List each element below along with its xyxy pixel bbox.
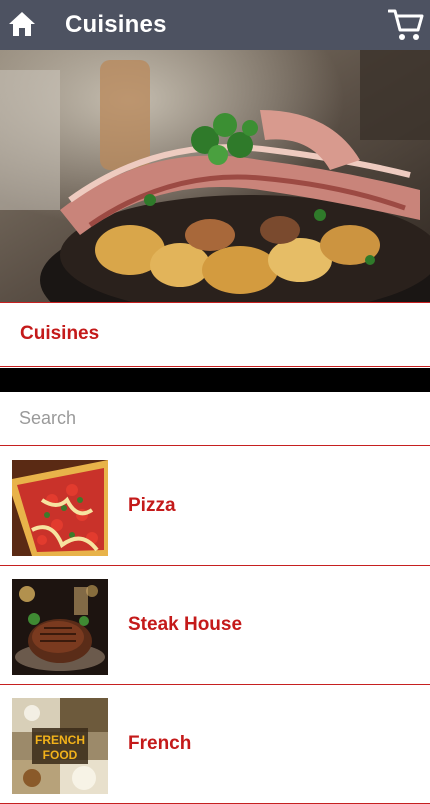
svg-text:FOOD: FOOD [43, 748, 78, 762]
list-item-french[interactable]: FRENCH FOOD French [0, 685, 430, 804]
app-bar: Cuisines [0, 0, 430, 50]
list-item-label: French [128, 733, 192, 754]
home-icon [9, 12, 35, 36]
french-food-thumbnail: FRENCH FOOD [12, 698, 108, 794]
list-item-pizza[interactable]: Pizza [0, 447, 430, 566]
section-title: Cuisines [20, 323, 100, 344]
steak-thumbnail [12, 579, 108, 675]
search-bar [0, 392, 430, 446]
cuisine-list: Pizza Steak House FRENCH FOOD French [0, 447, 430, 804]
section-header: Cuisines [0, 302, 430, 367]
divider-band [0, 368, 430, 392]
list-item-label: Steak House [128, 614, 243, 635]
pizza-thumbnail [12, 460, 108, 556]
list-item-label: Pizza [128, 495, 176, 516]
home-button[interactable] [8, 10, 36, 38]
cart-button[interactable] [387, 8, 424, 42]
list-item-steak-house[interactable]: Steak House [0, 566, 430, 685]
hero-food-image [0, 50, 430, 302]
french-food-logo-text: FRENCH [35, 733, 85, 747]
page-title: Cuisines [65, 11, 167, 38]
shopping-cart-icon [387, 9, 424, 40]
search-input[interactable] [0, 392, 430, 445]
